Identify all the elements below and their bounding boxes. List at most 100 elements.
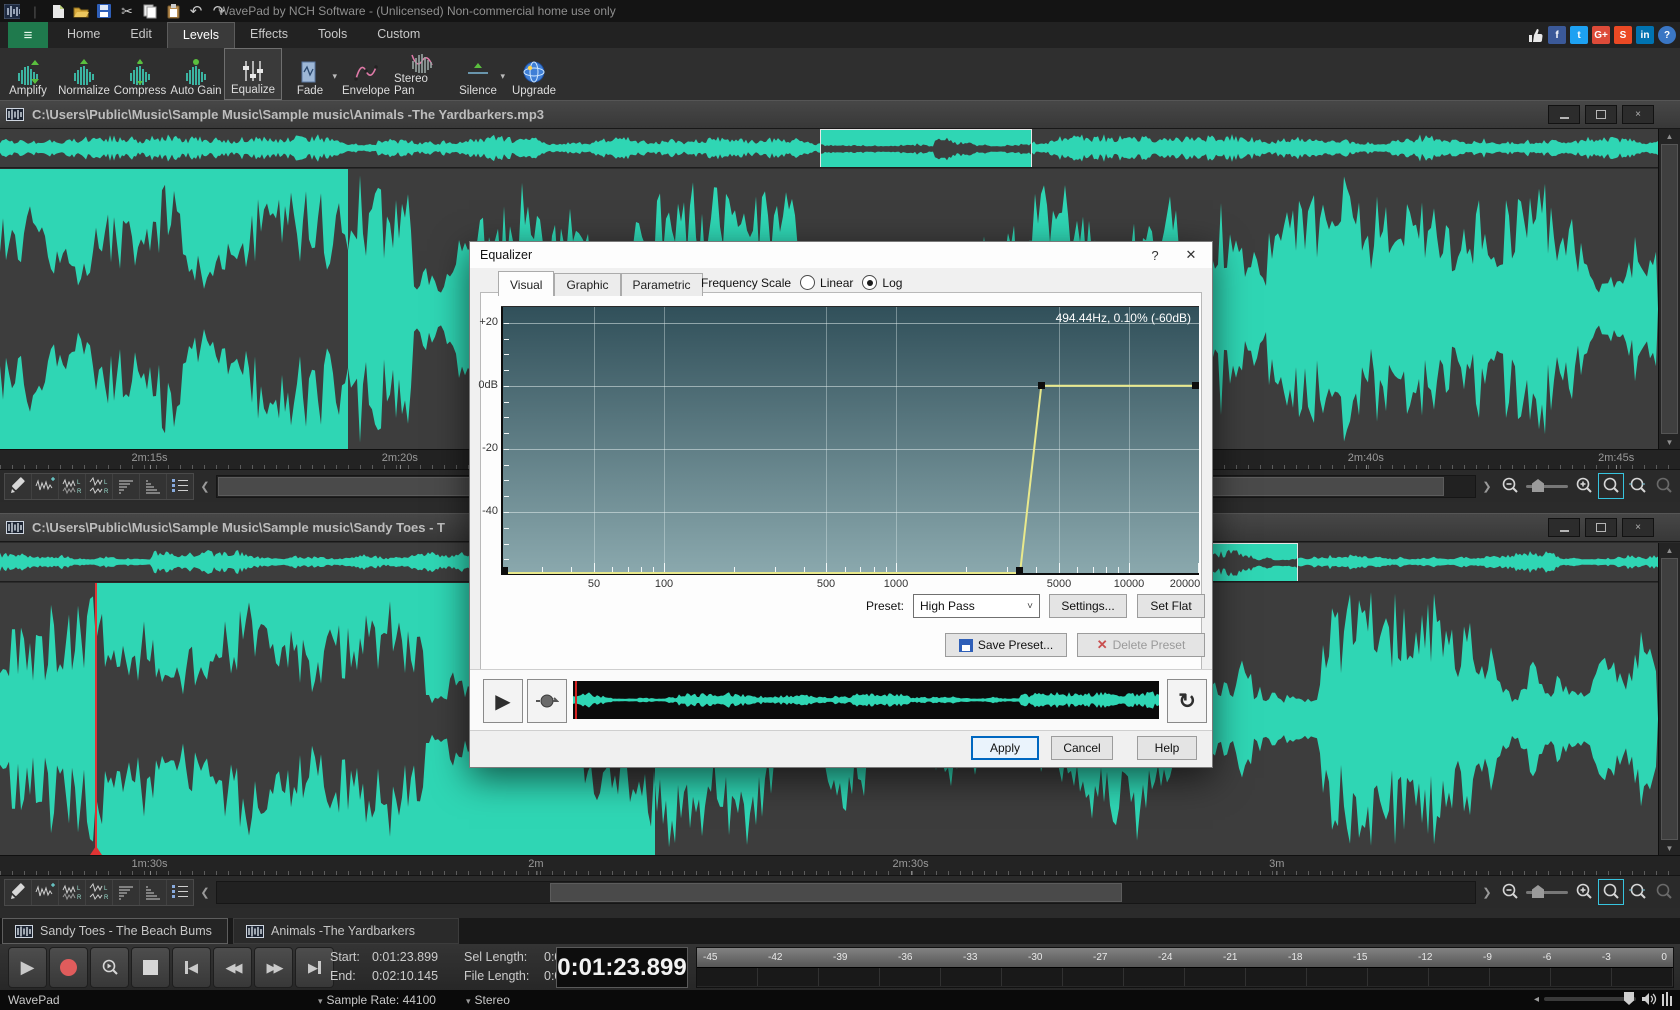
window2-zoom-slider-knob[interactable]	[1532, 885, 1544, 898]
menu-tab-home[interactable]: Home	[52, 22, 115, 48]
ribbon-button-normalize[interactable]: Normalize	[56, 48, 112, 100]
undo-icon[interactable]: ↶	[188, 3, 204, 19]
dialog-close-button[interactable]: ✕	[1174, 242, 1208, 268]
pencil-button[interactable]	[5, 880, 32, 905]
google-plus-icon[interactable]: G+	[1592, 26, 1610, 44]
window1-maximize-button[interactable]	[1585, 105, 1617, 124]
fade-in-button[interactable]	[113, 474, 140, 499]
window1-zoom-selection-button[interactable]	[1598, 473, 1624, 499]
window1-scroll-down-button[interactable]: ▼	[1659, 435, 1680, 449]
fade-out-button[interactable]	[140, 474, 167, 499]
menu-tab-tools[interactable]: Tools	[303, 22, 362, 48]
window1-overview-strip[interactable]	[0, 129, 1658, 168]
window1-close-button[interactable]: ×	[1622, 105, 1654, 124]
window2-maximize-button[interactable]	[1585, 518, 1617, 537]
eq-graph[interactable]: 494.44Hz, 0.10% (-60dB)	[501, 306, 1199, 575]
window1-zoom-out-button[interactable]	[1498, 474, 1522, 498]
sample-rate-dropdown[interactable]: ▾Sample Rate: 44100	[318, 993, 436, 1007]
copy-icon[interactable]	[142, 3, 158, 19]
window2-play-cursor[interactable]	[95, 583, 97, 855]
dialog-tab-visual[interactable]: Visual	[498, 271, 554, 296]
fade-out-button[interactable]	[140, 880, 167, 905]
skip-to-end-button[interactable]: ▶	[295, 947, 334, 988]
delete-preset-button[interactable]: ✕Delete Preset	[1077, 633, 1205, 657]
ribbon-button-upgrade[interactable]: Upgrade	[506, 48, 562, 100]
volume-slider[interactable]	[1544, 997, 1636, 1001]
window1-scroll-left-button[interactable]: ❮	[196, 474, 214, 499]
volume-slider-thumb[interactable]	[1624, 992, 1634, 1005]
menu-tab-levels[interactable]: Levels	[167, 22, 235, 48]
stop-button[interactable]	[131, 947, 170, 988]
eq-curve[interactable]	[501, 307, 1199, 575]
window2-minimize-button[interactable]	[1548, 518, 1580, 537]
record-button[interactable]	[49, 947, 88, 988]
reset-button[interactable]: ↻	[1167, 679, 1207, 723]
channels-dropdown[interactable]: ▾Stereo	[466, 993, 510, 1007]
ribbon-button-fade[interactable]: ▾Fade	[282, 48, 338, 100]
preview-play-button[interactable]: ▶	[483, 679, 523, 723]
ribbon-button-auto-gain[interactable]: Auto Gain	[168, 48, 224, 100]
window2-scroll-left-button[interactable]: ❮	[196, 880, 214, 905]
eq-curve-handle[interactable]	[1016, 567, 1023, 574]
help-button[interactable]: Help	[1137, 736, 1197, 760]
frequency-scale-radio-log[interactable]: Log	[862, 275, 902, 290]
twitter-icon[interactable]: t	[1570, 26, 1588, 44]
linkedin-icon[interactable]: in	[1636, 26, 1654, 44]
fast-forward-button[interactable]: ▶▶	[254, 947, 293, 988]
window2-time-ruler[interactable]: 1m:30s2m2m:30s3m	[0, 855, 1680, 877]
levels-icon[interactable]	[1662, 992, 1674, 1006]
menu-tab-edit[interactable]: Edit	[115, 22, 167, 48]
speaker-icon[interactable]	[1641, 992, 1657, 1006]
skip-to-start-button[interactable]: ◀	[172, 947, 211, 988]
window1-zoom-slider-knob[interactable]	[1532, 479, 1544, 492]
window2-zoom-out-button[interactable]	[1498, 880, 1522, 904]
pencil-button[interactable]	[5, 474, 32, 499]
window2-horizontal-scrollbar[interactable]	[216, 881, 1476, 904]
dialog-help-button[interactable]: ?	[1138, 242, 1172, 268]
menu-tab-custom[interactable]: Custom	[362, 22, 435, 48]
scrub-button[interactable]	[90, 947, 129, 988]
window1-titlebar[interactable]: C:\Users\Public\Music\Sample Music\Sampl…	[0, 100, 1680, 129]
play-button[interactable]: ▶	[8, 947, 47, 988]
window2-zoom-in-button[interactable]	[1572, 880, 1596, 904]
open-file-icon[interactable]	[73, 3, 89, 19]
window1-zoom-in-button[interactable]	[1572, 474, 1596, 498]
window2-zoom-slider[interactable]	[1524, 880, 1570, 904]
ribbon-button-envelope[interactable]: Envelope	[338, 48, 394, 100]
settings-button[interactable]: Settings...	[1049, 594, 1127, 618]
dialog-tab-graphic[interactable]: Graphic	[554, 273, 620, 296]
separator-icon[interactable]: |	[27, 3, 43, 19]
cut-icon[interactable]: ✂	[119, 3, 135, 19]
rewind-button[interactable]: ◀◀	[213, 947, 252, 988]
window1-minimize-button[interactable]	[1548, 105, 1580, 124]
ribbon-button-amplify[interactable]: Amplify	[0, 48, 56, 100]
window2-zoom-selection-button[interactable]	[1598, 879, 1624, 905]
set-flat-button[interactable]: Set Flat	[1137, 594, 1205, 618]
playlist-button[interactable]	[167, 474, 193, 499]
new-file-icon[interactable]	[50, 3, 66, 19]
cancel-button[interactable]: Cancel	[1051, 736, 1113, 760]
dialog-tab-parametric[interactable]: Parametric	[621, 273, 703, 296]
window1-scroll-up-button[interactable]: ▲	[1659, 129, 1680, 143]
playlist-button[interactable]	[167, 880, 193, 905]
window2-scrollbar-thumb[interactable]	[550, 883, 1122, 902]
eq-curve-handle[interactable]	[1038, 382, 1045, 389]
window1-vscrollbar-thumb[interactable]	[1661, 144, 1678, 434]
ribbon-button-stereo-pan[interactable]: Stereo Pan	[394, 48, 450, 100]
waveform-dual-button[interactable]: LR	[86, 880, 113, 905]
window1-zoom-vertical-button[interactable]	[1652, 474, 1676, 498]
stumbleupon-icon[interactable]: S	[1614, 26, 1632, 44]
menu-tab-effects[interactable]: Effects	[235, 22, 303, 48]
frequency-scale-radio-linear[interactable]: Linear	[800, 275, 853, 290]
waveform-mono-button[interactable]	[32, 474, 59, 499]
waveform-stereo-button[interactable]: LR	[59, 474, 86, 499]
waveform-mono-button[interactable]	[32, 880, 59, 905]
ribbon-button-silence[interactable]: ▾Silence	[450, 48, 506, 100]
window2-vertical-scrollbar[interactable]: ▲▼	[1658, 543, 1680, 855]
apply-button[interactable]: Apply	[971, 736, 1039, 760]
preset-combobox[interactable]: High Pass ˅	[913, 594, 1040, 618]
window2-vscrollbar-thumb[interactable]	[1661, 558, 1678, 840]
window2-overview-selection[interactable]	[1210, 543, 1298, 582]
loop-playback-button[interactable]	[527, 679, 567, 723]
window2-scroll-down-button[interactable]: ▼	[1659, 841, 1680, 855]
